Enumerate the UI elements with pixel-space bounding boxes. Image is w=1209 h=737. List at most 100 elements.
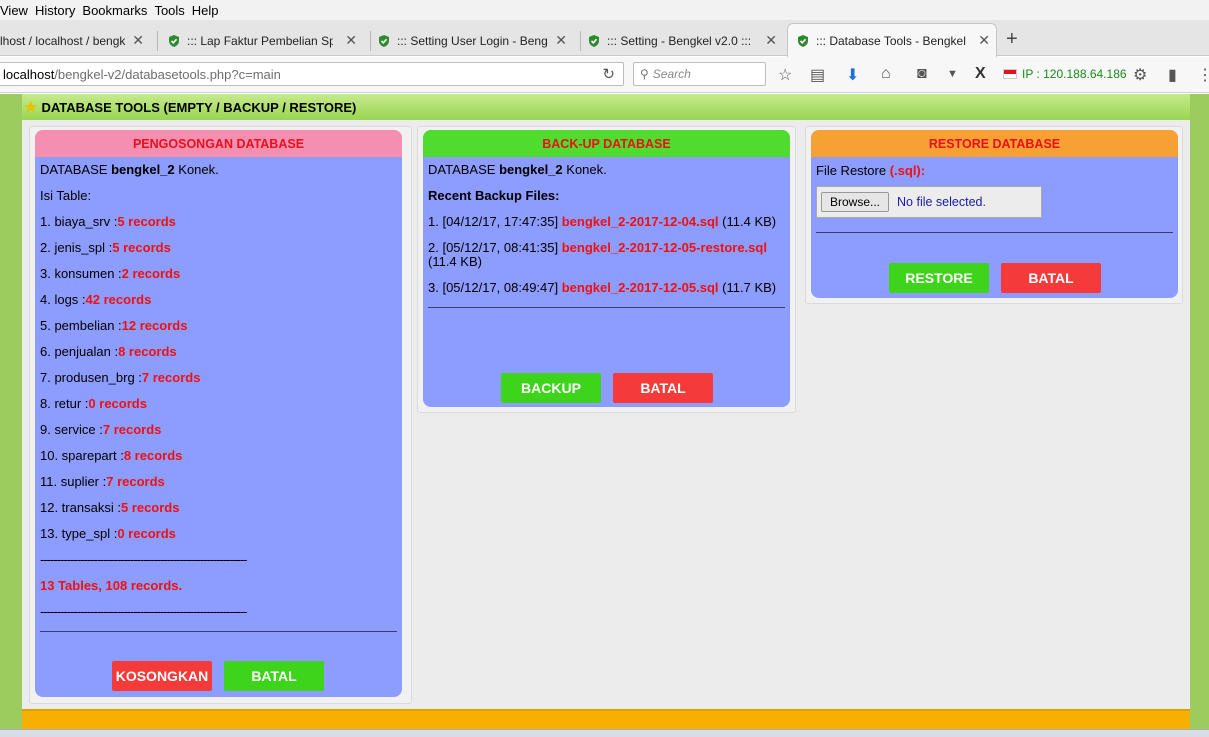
record-count: 7 records bbox=[102, 422, 162, 437]
record-count: 42 records bbox=[85, 292, 152, 307]
record-count: 12 records bbox=[121, 318, 188, 333]
backup-file-size: (11.7 KB) bbox=[722, 280, 777, 295]
url-host: localhost bbox=[3, 66, 55, 82]
recent-backups-label: Recent Backup Files: bbox=[428, 188, 560, 203]
table-row: 10. sparepart :8 records bbox=[40, 449, 397, 463]
close-icon[interactable]: ✕ bbox=[555, 32, 567, 49]
tab-title: ::: Setting User Login - Bengk bbox=[397, 34, 547, 48]
tab-lap-faktur[interactable]: ::: Lap Faktur Pembelian Spa ✕ bbox=[163, 26, 363, 56]
close-icon[interactable]: ✕ bbox=[978, 32, 990, 49]
menu-bar: View History Bookmarks Tools Help bbox=[0, 0, 1209, 20]
db-name: bengkel_2 bbox=[499, 162, 563, 177]
db-suffix: Konek. bbox=[566, 162, 607, 177]
table-name: 11. suplier : bbox=[40, 474, 107, 489]
backup-file-link[interactable]: bengkel_2-2017-12-04.sql bbox=[562, 214, 719, 229]
reading-list-icon[interactable]: ▤ bbox=[810, 65, 825, 85]
chevron-down-icon[interactable]: ▼ bbox=[947, 68, 958, 80]
search-placeholder: Search bbox=[652, 67, 691, 81]
empty-database-panel: PENGOSONGAN DATABASE DATABASE bengkel_2 … bbox=[35, 130, 402, 697]
db-suffix: Konek. bbox=[178, 162, 219, 177]
download-icon[interactable]: ⬇ bbox=[846, 65, 859, 85]
db-prefix: DATABASE bbox=[40, 162, 108, 177]
menu-tools[interactable]: Tools bbox=[154, 3, 191, 18]
table-name: 2. jenis_spl : bbox=[40, 240, 113, 255]
close-icon[interactable]: ✕ bbox=[345, 32, 357, 49]
backup-file-size: (11.4 KB) bbox=[722, 214, 777, 229]
shield-icon bbox=[169, 35, 179, 47]
panel-header: PENGOSONGAN DATABASE bbox=[35, 130, 402, 157]
menu-help[interactable]: Help bbox=[192, 3, 226, 18]
backup-timestamp: 2. [05/12/17, 08:41:35] bbox=[428, 240, 559, 255]
cancel-button[interactable]: BATAL bbox=[613, 373, 713, 403]
backup-file-link[interactable]: bengkel_2-2017-12-05-restore.sql bbox=[562, 240, 767, 255]
close-icon[interactable]: ✕ bbox=[132, 32, 144, 49]
cancel-button[interactable]: BATAL bbox=[224, 661, 324, 691]
menu-history[interactable]: History bbox=[35, 3, 82, 18]
divider bbox=[428, 307, 785, 308]
record-count: 7 records bbox=[106, 474, 165, 489]
file-input[interactable]: Browse... No file selected. bbox=[816, 186, 1042, 218]
file-ext: (.sql): bbox=[889, 163, 926, 178]
table-name: 1. biaya_srv : bbox=[40, 214, 118, 229]
table-row: 1. biaya_srv :5 records bbox=[40, 215, 397, 229]
record-count: 0 records bbox=[117, 526, 176, 541]
close-icon[interactable]: ✕ bbox=[765, 32, 777, 49]
tab-database-tools[interactable]: ::: Database Tools - Bengkel ✕ bbox=[787, 23, 997, 57]
record-count: 2 records bbox=[121, 266, 181, 281]
file-label: File Restore bbox=[816, 163, 887, 178]
tab-setting-user-login[interactable]: ::: Setting User Login - Bengk ✕ bbox=[373, 26, 573, 56]
table-row: 3. konsumen :2 records bbox=[40, 267, 397, 281]
xampp-icon[interactable]: X bbox=[975, 65, 986, 83]
bookmark-star-icon[interactable]: ☆ bbox=[778, 65, 792, 85]
backup-panel-frame: BACK-UP DATABASE DATABASE bengkel_2 Kone… bbox=[417, 126, 796, 413]
ip-indicator: IP : 120.188.64.186 bbox=[1003, 67, 1127, 81]
file-restore-label: File Restore (.sql): bbox=[816, 163, 1173, 178]
new-tab-icon[interactable]: + bbox=[1006, 28, 1018, 51]
table-name: 8. retur : bbox=[40, 396, 89, 411]
table-name: 3. konsumen : bbox=[40, 266, 122, 281]
empty-panel-frame: PENGOSONGAN DATABASE DATABASE bengkel_2 … bbox=[29, 126, 412, 704]
search-input[interactable]: ⚲ Search bbox=[633, 62, 766, 86]
table-row: 12. transaksi :5 records bbox=[40, 501, 397, 515]
backup-timestamp: 1. [04/12/17, 17:47:35] bbox=[428, 214, 559, 229]
screenshot-icon[interactable]: ◙ bbox=[917, 65, 927, 83]
backup-file-item: 2. [05/12/17, 08:41:35] bengkel_2-2017-1… bbox=[428, 241, 785, 269]
empty-database-button[interactable]: KOSONGKAN bbox=[112, 661, 212, 691]
page-title-bar: ★ DATABASE TOOLS (EMPTY / BACKUP / RESTO… bbox=[22, 94, 1190, 120]
ip-text: IP : 120.188.64.186 bbox=[1022, 67, 1127, 81]
table-row: 11. suplier :7 records bbox=[40, 475, 397, 489]
url-bar[interactable]: localhost/bengkel-v2/databasetools.php?c… bbox=[0, 62, 624, 86]
star-icon: ★ bbox=[24, 99, 38, 116]
browse-button[interactable]: Browse... bbox=[821, 192, 890, 212]
table-name: 10. sparepart : bbox=[40, 448, 124, 463]
db-status: DATABASE bengkel_2 Konek. bbox=[428, 163, 785, 177]
tab-phpmyadmin[interactable]: lhost / localhost / bengk ✕ bbox=[0, 26, 150, 56]
home-icon[interactable]: ⌂ bbox=[881, 65, 891, 83]
backup-button[interactable]: BACKUP bbox=[501, 373, 601, 403]
tab-setting-bengkel[interactable]: ::: Setting - Bengkel v2.0 ::: ✕ bbox=[583, 26, 783, 56]
separator: ----------------------------------------… bbox=[40, 604, 247, 619]
cancel-button[interactable]: BATAL bbox=[1001, 263, 1101, 293]
tab-divider bbox=[580, 31, 581, 51]
backup-timestamp: 3. [05/12/17, 08:49:47] bbox=[428, 280, 559, 295]
tables-summary: 13 Tables, 108 records. bbox=[40, 578, 183, 593]
page-background: ★ DATABASE TOOLS (EMPTY / BACKUP / RESTO… bbox=[0, 94, 1209, 737]
divider bbox=[816, 232, 1173, 233]
page-title: DATABASE TOOLS (EMPTY / BACKUP / RESTORE… bbox=[41, 99, 357, 115]
restore-button[interactable]: RESTORE bbox=[889, 263, 989, 293]
extension-icon[interactable]: ⚙ bbox=[1133, 65, 1147, 85]
clipboard-icon[interactable]: ▮ bbox=[1168, 65, 1177, 85]
backup-file-link[interactable]: bengkel_2-2017-12-05.sql bbox=[562, 280, 719, 295]
tab-divider bbox=[157, 31, 158, 51]
reload-icon[interactable]: ↻ bbox=[602, 65, 615, 83]
table-row: 5. pembelian :12 records bbox=[40, 319, 397, 333]
tab-title: ::: Database Tools - Bengkel bbox=[816, 33, 966, 48]
menu-bookmarks[interactable]: Bookmarks bbox=[82, 3, 154, 18]
backup-file-list: 1. [04/12/17, 17:47:35] bengkel_2-2017-1… bbox=[428, 215, 785, 295]
menu-view[interactable]: View bbox=[0, 3, 35, 18]
backup-database-panel: BACK-UP DATABASE DATABASE bengkel_2 Kone… bbox=[423, 130, 790, 407]
menu-overflow-icon[interactable]: ⋮ bbox=[1197, 65, 1209, 85]
separator: ----------------------------------------… bbox=[40, 552, 247, 567]
table-name: 13. type_spl : bbox=[40, 526, 118, 541]
tab-title: ::: Lap Faktur Pembelian Spa bbox=[187, 34, 333, 48]
